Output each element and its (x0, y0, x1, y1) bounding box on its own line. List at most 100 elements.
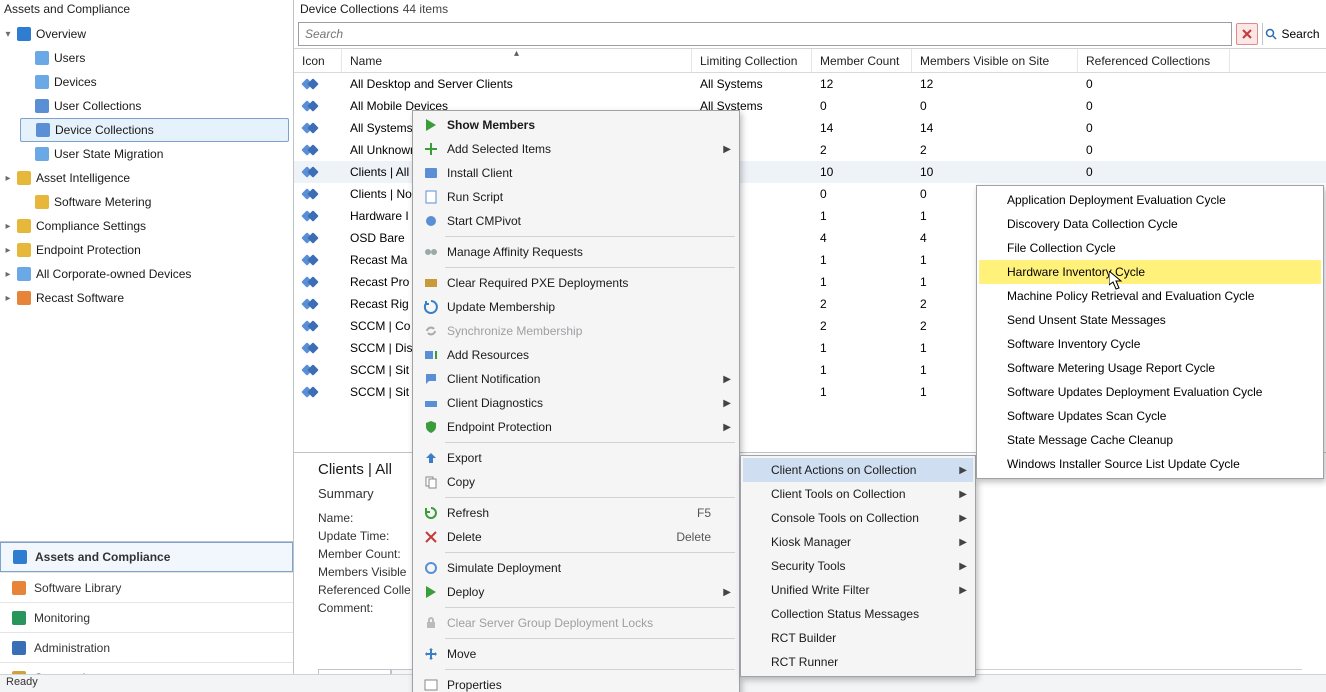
menu-item-add-selected-items[interactable]: Add Selected Items▶ (415, 137, 737, 161)
menu-item-run-script[interactable]: Run Script (415, 185, 737, 209)
nav-item-overview[interactable]: ▾Overview (0, 22, 293, 46)
action-item-discovery-data-collection-cycle[interactable]: Discovery Data Collection Cycle (979, 212, 1321, 236)
submenu-item-kiosk-manager[interactable]: Kiosk Manager▶ (743, 530, 973, 554)
expander-icon[interactable]: ▸ (2, 173, 14, 184)
menu-item-label: Add Resources (443, 348, 711, 362)
nav-item-label: Devices (52, 75, 97, 89)
menu-item-deploy[interactable]: Deploy▶ (415, 580, 737, 604)
nav-sections: Assets and ComplianceSoftware LibraryMon… (0, 541, 293, 692)
submenu-item-client-tools-on-collection[interactable]: Client Tools on Collection▶ (743, 482, 973, 506)
row-members: 0 (812, 187, 912, 201)
nav-item-label: Device Collections (53, 123, 154, 137)
search-button[interactable]: Search (1262, 23, 1322, 45)
row-icon-cell (294, 165, 342, 179)
menu-item-refresh[interactable]: RefreshF5 (415, 501, 737, 525)
pivot-icon (423, 213, 439, 229)
wunderbar-software-library[interactable]: Software Library (0, 572, 293, 602)
menu-item-manage-affinity-requests[interactable]: Manage Affinity Requests (415, 240, 737, 264)
nav-item-asset-intelligence[interactable]: ▸Asset Intelligence (0, 166, 293, 190)
menu-item-start-cmpivot[interactable]: Start CMPivot (415, 209, 737, 233)
nav-item-all-corporate-owned-devices[interactable]: ▸All Corporate-owned Devices (0, 262, 293, 286)
expander-icon[interactable]: ▸ (2, 293, 14, 304)
nav-item-devices[interactable]: Devices (0, 70, 293, 94)
menu-item-move[interactable]: Move (415, 642, 737, 666)
menu-item-icon (419, 646, 443, 662)
menu-item-icon (419, 165, 443, 181)
action-item-software-updates-deployment-evaluation-cycle[interactable]: Software Updates Deployment Evaluation C… (979, 380, 1321, 404)
menu-item-icon (419, 677, 443, 692)
action-item-send-unsent-state-messages[interactable]: Send Unsent State Messages (979, 308, 1321, 332)
nav-item-recast-software[interactable]: ▸Recast Software (0, 286, 293, 310)
submenu-item-console-tools-on-collection[interactable]: Console Tools on Collection▶ (743, 506, 973, 530)
nav-item-users[interactable]: Users (0, 46, 293, 70)
menu-item-client-notification[interactable]: Client Notification▶ (415, 367, 737, 391)
menu-item-properties[interactable]: Properties (415, 673, 737, 692)
action-item-hardware-inventory-cycle[interactable]: Hardware Inventory Cycle (979, 260, 1321, 284)
col-limiting[interactable]: Limiting Collection (692, 49, 812, 72)
submenu-item-label: Collection Status Messages (771, 607, 919, 621)
menu-item-client-diagnostics[interactable]: Client Diagnostics▶ (415, 391, 737, 415)
menu-item-install-client[interactable]: Install Client (415, 161, 737, 185)
expander-icon[interactable]: ▾ (2, 29, 14, 40)
submenu-item-security-tools[interactable]: Security Tools▶ (743, 554, 973, 578)
menu-item-icon (419, 560, 443, 576)
expander-icon[interactable]: ▸ (2, 221, 14, 232)
menu-separator (445, 607, 735, 608)
expander-icon[interactable]: ▸ (2, 245, 14, 256)
submenu-arrow-icon: ▶ (959, 585, 967, 596)
nav-item-endpoint-protection[interactable]: ▸Endpoint Protection (0, 238, 293, 262)
action-item-software-updates-scan-cycle[interactable]: Software Updates Scan Cycle (979, 404, 1321, 428)
submenu-item-client-actions-on-collection[interactable]: Client Actions on Collection▶ (743, 458, 973, 482)
col-name[interactable]: Name▴ (342, 49, 692, 72)
collection-icon (302, 253, 318, 267)
menu-item-delete[interactable]: DeleteDelete (415, 525, 737, 549)
nav-item-user-collections[interactable]: User Collections (0, 94, 293, 118)
search-input[interactable] (298, 22, 1232, 46)
context-submenu-client-actions: Application Deployment Evaluation CycleD… (976, 185, 1324, 479)
nav-item-compliance-settings[interactable]: ▸Compliance Settings (0, 214, 293, 238)
menu-item-clear-required-pxe-deployments[interactable]: Clear Required PXE Deployments (415, 271, 737, 295)
table-row[interactable]: All Desktop and Server ClientsAll System… (294, 73, 1326, 95)
collection-icon (302, 209, 318, 223)
menu-separator (445, 669, 735, 670)
col-icon[interactable]: Icon (294, 49, 342, 72)
row-members: 2 (812, 319, 912, 333)
nav-item-user-state-migration[interactable]: User State Migration (0, 142, 293, 166)
action-item-machine-policy-retrieval-and-evaluation-cycle[interactable]: Machine Policy Retrieval and Evaluation … (979, 284, 1321, 308)
menu-item-show-members[interactable]: Show Members (415, 113, 737, 137)
menu-item-add-resources[interactable]: Add Resources (415, 343, 737, 367)
col-referenced[interactable]: Referenced Collections (1078, 49, 1230, 72)
submenu-item-collection-status-messages[interactable]: Collection Status Messages (743, 602, 973, 626)
submenu-item-rct-runner[interactable]: RCT Runner (743, 650, 973, 674)
device-icon (35, 75, 49, 89)
wunderbar-administration[interactable]: Administration (0, 632, 293, 662)
menu-item-icon (419, 615, 443, 631)
menu-item-export[interactable]: Export (415, 446, 737, 470)
action-item-software-metering-usage-report-cycle[interactable]: Software Metering Usage Report Cycle (979, 356, 1321, 380)
submenu-item-rct-builder[interactable]: RCT Builder (743, 626, 973, 650)
plus-green-icon (423, 141, 439, 157)
action-item-state-message-cache-cleanup[interactable]: State Message Cache Cleanup (979, 428, 1321, 452)
action-item-windows-installer-source-list-update-cycle[interactable]: Windows Installer Source List Update Cyc… (979, 452, 1321, 476)
wunderbar-assets-and-compliance[interactable]: Assets and Compliance (0, 542, 293, 572)
nav-item-device-collections[interactable]: Device Collections (20, 118, 289, 142)
submenu-arrow-icon: ▶ (959, 489, 967, 500)
menu-item-endpoint-protection[interactable]: Endpoint Protection▶ (415, 415, 737, 439)
wunderbar-monitoring[interactable]: Monitoring (0, 602, 293, 632)
action-item-file-collection-cycle[interactable]: File Collection Cycle (979, 236, 1321, 260)
nav-item-icon (14, 267, 34, 281)
action-item-software-inventory-cycle[interactable]: Software Inventory Cycle (979, 332, 1321, 356)
menu-item-copy[interactable]: Copy (415, 470, 737, 494)
menu-item-synchronize-membership: Synchronize Membership (415, 319, 737, 343)
menu-item-update-membership[interactable]: Update Membership (415, 295, 737, 319)
nav-item-software-metering[interactable]: Software Metering (0, 190, 293, 214)
col-visible[interactable]: Members Visible on Site (912, 49, 1078, 72)
search-clear-button[interactable] (1236, 23, 1258, 45)
action-item-application-deployment-evaluation-cycle[interactable]: Application Deployment Evaluation Cycle (979, 188, 1321, 212)
submenu-item-unified-write-filter[interactable]: Unified Write Filter▶ (743, 578, 973, 602)
globe-icon (17, 27, 31, 41)
col-members[interactable]: Member Count (812, 49, 912, 72)
row-icon-cell (294, 319, 342, 333)
expander-icon[interactable]: ▸ (2, 269, 14, 280)
menu-item-simulate-deployment[interactable]: Simulate Deployment (415, 556, 737, 580)
